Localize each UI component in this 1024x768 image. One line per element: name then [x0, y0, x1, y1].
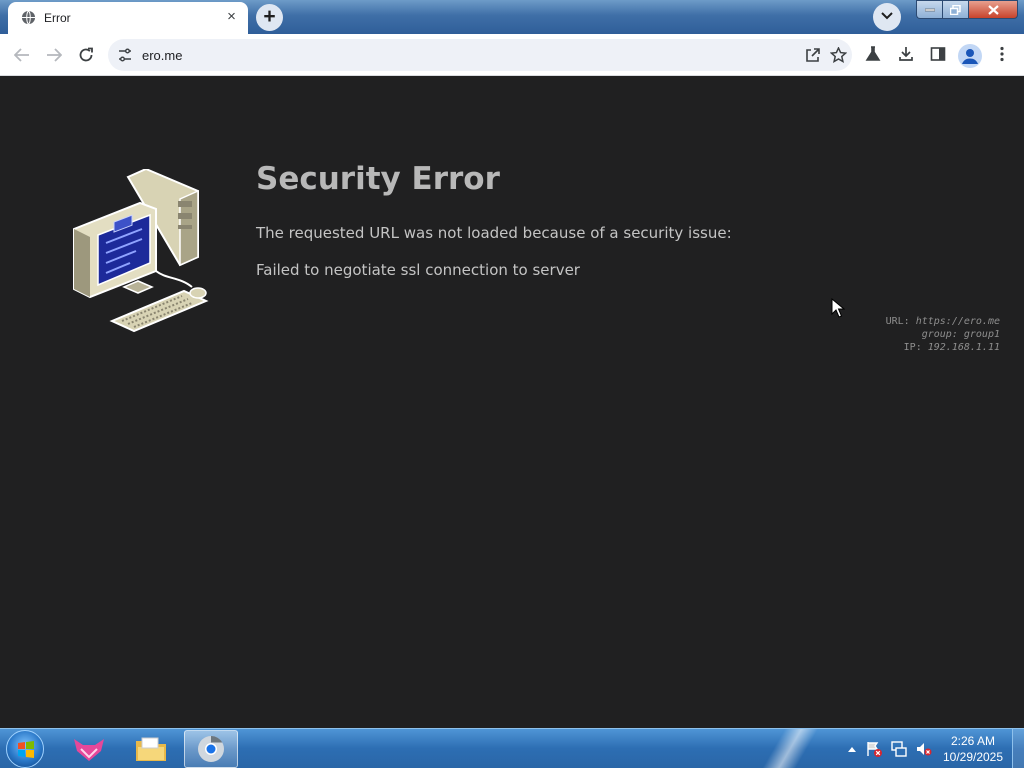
file-explorer-icon	[136, 737, 166, 761]
page-content: Security Error The requested URL was not…	[0, 77, 1024, 728]
minimize-icon	[924, 8, 935, 11]
request-info: URL: https://ero.me group: group1 IP: 19…	[886, 315, 1000, 354]
mouse-cursor-icon	[831, 298, 845, 318]
info-group-value: group1	[963, 329, 1000, 340]
page-title: Security Error	[256, 161, 500, 197]
tab-close-icon[interactable]: ×	[223, 9, 240, 26]
profile-icon	[962, 49, 978, 64]
network-icon	[891, 741, 907, 757]
minimize-button[interactable]	[916, 0, 942, 19]
chrome-menu-button[interactable]	[990, 42, 1014, 66]
close-window-button[interactable]	[968, 0, 1018, 19]
chevron-up-icon	[848, 747, 856, 752]
share-button[interactable]	[801, 43, 825, 67]
profile-button[interactable]	[958, 44, 982, 68]
info-ip-value: 192.168.1.11	[927, 342, 1000, 353]
volume-muted-icon	[917, 743, 932, 756]
tab-search-button[interactable]	[873, 3, 901, 31]
tray-expand-button[interactable]	[844, 741, 860, 757]
show-desktop-button[interactable]	[1012, 729, 1024, 768]
star-icon	[829, 47, 847, 63]
share-icon	[806, 48, 820, 62]
info-group-label: group:	[921, 329, 958, 340]
info-url-row: URL: https://ero.me	[886, 315, 1000, 328]
tray-action-center[interactable]	[866, 741, 882, 757]
info-group-row: group: group1	[886, 328, 1000, 341]
downloads-button[interactable]	[894, 42, 918, 66]
labs-button[interactable]	[861, 42, 885, 66]
chrome-icon	[198, 735, 224, 762]
clock-time: 2:26 AM	[950, 734, 996, 748]
tab-error[interactable]: Error ×	[8, 2, 248, 34]
info-url-label: URL:	[885, 316, 910, 327]
chevron-down-icon	[881, 12, 893, 20]
taskbar-clock[interactable]: 2:26 AM 10/29/2025	[940, 733, 1006, 765]
taskbar-chrome[interactable]	[184, 730, 238, 768]
fox-app-icon	[74, 739, 104, 761]
windows-logo-icon	[18, 741, 34, 758]
side-panel-icon	[930, 47, 946, 61]
side-panel-button[interactable]	[926, 42, 950, 66]
window-controls	[916, 0, 1020, 20]
globe-icon	[21, 10, 36, 25]
reload-icon	[79, 47, 93, 62]
tray-volume[interactable]	[916, 741, 932, 757]
info-url-value: https://ero.me	[915, 316, 1000, 327]
back-button[interactable]	[9, 42, 35, 68]
download-icon	[899, 47, 913, 61]
address-text: ero.me	[142, 48, 183, 63]
tab-strip: Error × +	[0, 0, 1024, 34]
close-icon	[987, 4, 999, 15]
new-tab-button[interactable]: +	[256, 4, 283, 31]
bookmark-button[interactable]	[826, 43, 850, 67]
back-arrow-icon	[14, 48, 29, 62]
start-button[interactable]	[6, 730, 44, 768]
flag-alert-icon	[867, 742, 882, 757]
clock-date: 10/29/2025	[942, 750, 1004, 764]
computer-illustration	[73, 169, 209, 333]
labs-icon	[865, 46, 881, 61]
browser-toolbar: ero.me	[0, 34, 1024, 76]
tray-network[interactable]	[891, 741, 907, 757]
info-ip-row: IP: 192.168.1.11	[886, 341, 1000, 354]
screen: Error × + ero.me Security Error The requ…	[0, 0, 1024, 768]
site-info-icon	[119, 48, 131, 62]
forward-button[interactable]	[41, 42, 67, 68]
address-bar[interactable]: ero.me	[108, 39, 852, 71]
error-message: The requested URL was not loaded because…	[256, 224, 732, 242]
taskbar-file-explorer[interactable]	[124, 730, 178, 768]
restore-button[interactable]	[942, 0, 968, 19]
menu-icon	[1000, 46, 1004, 62]
restore-icon	[950, 4, 961, 15]
taskbar-fox-app[interactable]	[62, 730, 116, 768]
forward-arrow-icon	[47, 48, 62, 62]
error-reason: Failed to negotiate ssl connection to se…	[256, 261, 580, 279]
taskbar: 2:26 AM 10/29/2025	[0, 728, 1024, 768]
tab-title: Error	[44, 11, 71, 25]
info-ip-label: IP:	[903, 342, 922, 353]
reload-button[interactable]	[73, 42, 99, 68]
taskbar-shine	[760, 729, 820, 768]
